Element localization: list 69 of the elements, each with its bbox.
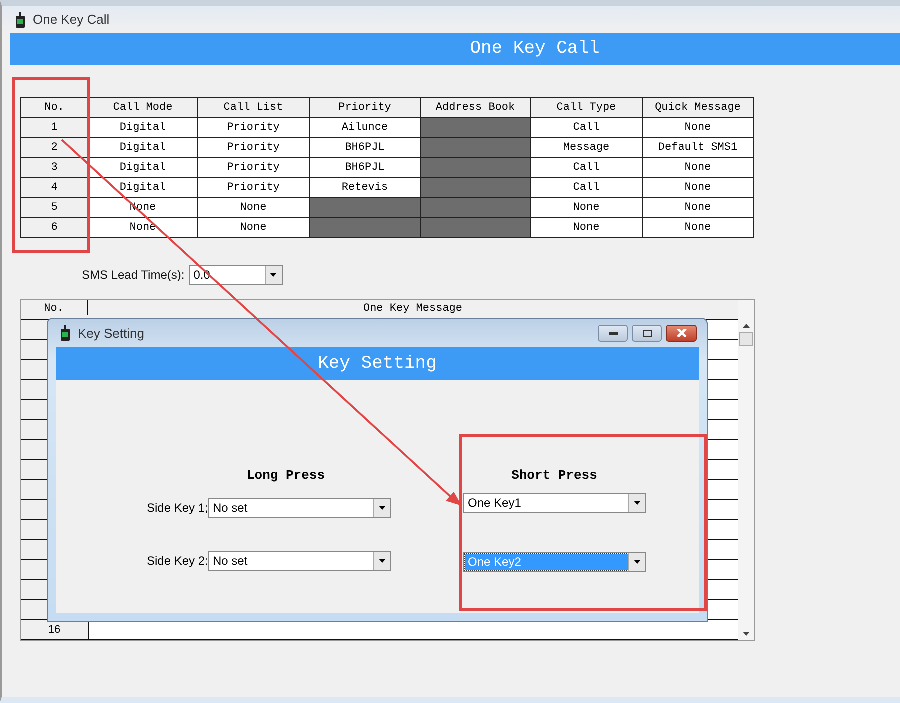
minimize-icon [608,332,618,334]
table-cell[interactable]: Call [530,178,642,198]
table-cell[interactable]: None [642,198,754,218]
table-cell[interactable]: Default SMS1 [642,138,754,158]
window-title: Key Setting [78,326,144,340]
table-cell[interactable]: Digital [88,118,198,138]
key-dropdown[interactable]: One Key1 [463,493,646,513]
table-cell[interactable]: Ailunce [310,118,420,138]
banner-title: Key Setting [318,354,437,374]
radio-icon [16,12,25,28]
key-dropdown[interactable]: No set [208,498,391,518]
close-icon [676,329,686,337]
table-cell[interactable]: None [642,178,754,198]
row-number: 16 [21,620,89,639]
table-cell[interactable]: 2 [20,138,88,158]
window-title: One Key Call [33,12,110,27]
table-cell[interactable]: None [642,218,754,238]
radio-icon [61,325,70,341]
section-heading: Long Press [246,468,326,483]
caret-icon [634,501,640,505]
table-cell[interactable]: 3 [20,158,88,178]
table-cell[interactable]: None [642,118,754,138]
maximize-icon [642,330,652,336]
column-header: Address Book [420,98,530,118]
table-cell[interactable]: Priority [198,158,310,178]
banner-title: One Key Call [470,39,600,59]
section-heading: Short Press [512,468,598,483]
scrollbar[interactable] [738,300,754,640]
table-cell[interactable]: Call [530,118,642,138]
column-header: Call Type [530,98,642,118]
caret-icon [378,506,386,510]
table-cell[interactable]: 6 [20,218,88,238]
column-header: One Key Message [362,302,464,315]
column-header: Call List [198,98,310,118]
scroll-down-icon[interactable] [742,632,750,636]
caret-icon [634,560,640,564]
table-cell[interactable]: None [198,218,310,238]
table-cell[interactable]: Digital [88,158,198,178]
table-cell[interactable]: Call [530,158,642,178]
table-cell[interactable]: Priority [198,118,310,138]
table-cell[interactable]: 1 [20,118,88,138]
close-button[interactable] [666,324,697,342]
scroll-thumb[interactable] [739,332,753,346]
field-label: SMS Lead Time(s): [82,268,185,282]
table-cell[interactable]: Priority [198,138,310,158]
table-cell[interactable]: 5 [20,198,88,218]
table-cell[interactable]: Digital [88,138,198,158]
caret-icon [270,273,278,277]
maximize-button[interactable] [632,324,662,342]
table-cell[interactable]: 4 [20,178,88,198]
column-header: Priority [310,98,420,118]
scroll-up-icon[interactable] [742,324,750,328]
table-cell[interactable]: None [198,198,310,218]
table-cell[interactable]: None [88,218,198,238]
column-header: No. [20,98,88,118]
table-cell[interactable]: None [530,198,642,218]
table-cell[interactable]: None [642,158,754,178]
key-dropdown[interactable]: No set [208,551,391,571]
table-cell[interactable]: BH6PJL [310,138,420,158]
table-cell[interactable]: Retevis [310,178,420,198]
column-header: Quick Message [642,98,754,118]
table-cell[interactable]: Digital [88,178,198,198]
table-cell[interactable]: Priority [198,178,310,198]
column-header: Call Mode [88,98,198,118]
table-cell[interactable]: Message [530,138,642,158]
caret-icon [378,559,386,563]
minimize-button[interactable] [598,324,628,342]
table-cell[interactable]: None [530,218,642,238]
table-cell[interactable]: BH6PJL [310,158,420,178]
